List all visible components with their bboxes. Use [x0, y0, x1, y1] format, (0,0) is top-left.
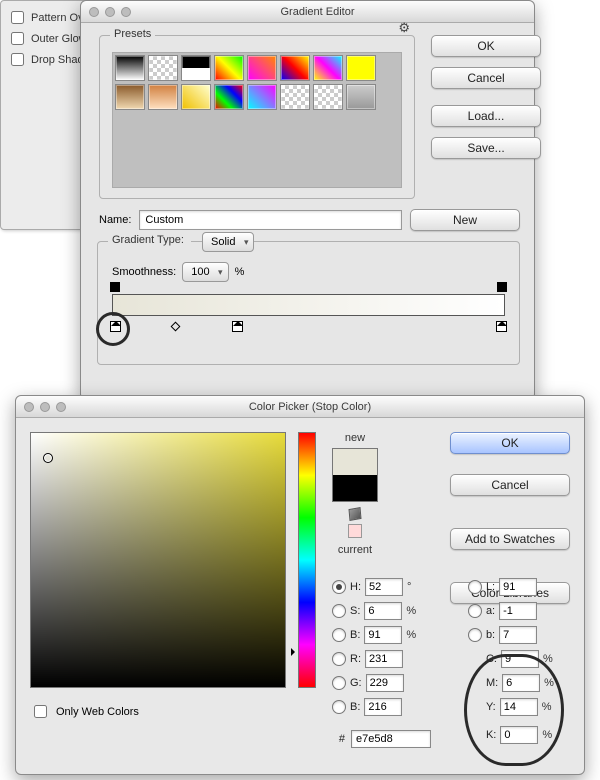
hue-slider[interactable]	[298, 432, 316, 688]
name-label: Name:	[99, 214, 131, 226]
hue-slider-thumb[interactable]	[291, 648, 299, 656]
swatch-current-label: current	[338, 544, 372, 556]
lab-b-input[interactable]	[499, 626, 537, 644]
b-hsb-input[interactable]	[364, 626, 402, 644]
g-radio[interactable]	[332, 676, 346, 690]
k-input[interactable]	[500, 726, 538, 744]
preset-swatch[interactable]	[247, 55, 277, 81]
swatch-current[interactable]	[333, 475, 377, 501]
color-value-fields: H:° L: S:% a: B:% b: R: C:% G: M:% B: Y:…	[332, 578, 570, 748]
preset-swatch[interactable]	[247, 84, 277, 110]
s-input[interactable]	[364, 602, 402, 620]
rgb-b-input[interactable]	[364, 698, 402, 716]
sv-selection-ring[interactable]	[43, 453, 53, 463]
only-web-colors-checkbox[interactable]	[34, 705, 47, 718]
preset-swatch[interactable]	[181, 55, 211, 81]
b-radio[interactable]	[332, 628, 346, 642]
presets-area[interactable]	[112, 52, 402, 188]
hex-input[interactable]	[351, 730, 431, 748]
c-input[interactable]	[501, 650, 539, 668]
opacity-stop-left[interactable]	[110, 282, 120, 292]
preset-swatch[interactable]	[115, 84, 145, 110]
a-input[interactable]	[499, 602, 537, 620]
titlebar[interactable]: Gradient Editor	[81, 1, 534, 23]
close-icon[interactable]	[89, 7, 99, 17]
smoothness-unit: %	[235, 266, 245, 278]
preset-swatch[interactable]	[214, 55, 244, 81]
smoothness-label: Smoothness:	[112, 266, 176, 278]
preset-swatch[interactable]	[346, 84, 376, 110]
color-stop-mid[interactable]	[232, 321, 243, 332]
outer-glow-checkbox[interactable]	[11, 32, 24, 45]
r-radio[interactable]	[332, 652, 346, 666]
close-icon[interactable]	[24, 402, 34, 412]
l-input[interactable]	[499, 578, 537, 596]
save-button[interactable]: Save...	[431, 137, 541, 159]
load-button[interactable]: Load...	[431, 105, 541, 127]
only-web-label: Only Web Colors	[56, 706, 139, 718]
hex-label: #	[339, 733, 345, 745]
websafe-warning-icon[interactable]	[348, 524, 362, 538]
h-input[interactable]	[365, 578, 403, 596]
only-web-colors-row[interactable]: Only Web Colors	[30, 702, 286, 721]
zoom-icon[interactable]	[56, 402, 66, 412]
swatch-new[interactable]	[333, 449, 377, 475]
color-stop-left[interactable]	[110, 321, 121, 332]
color-picker-dialog: Color Picker (Stop Color) Only Web Color…	[15, 395, 585, 775]
new-button[interactable]: New	[410, 209, 520, 231]
preset-swatch[interactable]	[313, 55, 343, 81]
minimize-icon[interactable]	[105, 7, 115, 17]
preset-swatch[interactable]	[115, 55, 145, 81]
color-stop-right[interactable]	[496, 321, 507, 332]
presets-menu-icon[interactable]: ⚙︎	[398, 20, 410, 36]
preset-swatch[interactable]	[313, 84, 343, 110]
type-label: Gradient Type:	[108, 234, 191, 246]
y-input[interactable]	[500, 698, 538, 716]
dialog-title: Gradient Editor	[131, 6, 504, 18]
preset-swatch[interactable]	[148, 84, 178, 110]
gradient-type-select[interactable]: Solid	[202, 232, 254, 252]
add-to-swatches-button[interactable]: Add to Swatches	[450, 528, 570, 550]
color-swatch-pair[interactable]	[332, 448, 378, 502]
titlebar[interactable]: Color Picker (Stop Color)	[16, 396, 584, 418]
preset-swatch[interactable]	[280, 84, 310, 110]
l-radio[interactable]	[468, 580, 482, 594]
s-radio[interactable]	[332, 604, 346, 618]
sv-color-field[interactable]	[30, 432, 286, 688]
cancel-button[interactable]: Cancel	[450, 474, 570, 496]
lb-radio[interactable]	[468, 628, 482, 642]
midpoint-marker[interactable]	[171, 322, 181, 332]
gradient-editor-dialog: Gradient Editor Presets ⚙︎ OK Cancel Loa…	[80, 0, 535, 400]
preset-swatch[interactable]	[148, 55, 178, 81]
minimize-icon[interactable]	[40, 402, 50, 412]
preset-swatch[interactable]	[214, 84, 244, 110]
opacity-stop-right[interactable]	[497, 282, 507, 292]
preset-swatch[interactable]	[346, 55, 376, 81]
rgb-b-radio[interactable]	[332, 700, 346, 714]
gradient-name-input[interactable]	[139, 210, 402, 230]
smoothness-select[interactable]: 100	[182, 262, 228, 282]
preset-swatch[interactable]	[181, 84, 211, 110]
r-input[interactable]	[365, 650, 403, 668]
presets-label: Presets	[110, 28, 155, 40]
ok-button[interactable]: OK	[450, 432, 570, 454]
gamut-warning-icon[interactable]	[348, 507, 361, 521]
dialog-title: Color Picker (Stop Color)	[66, 401, 554, 413]
g-input[interactable]	[366, 674, 404, 692]
fx-label: Outer Glow	[31, 33, 87, 45]
m-input[interactable]	[502, 674, 540, 692]
gradient-bar[interactable]	[112, 294, 505, 316]
zoom-icon[interactable]	[121, 7, 131, 17]
cancel-button[interactable]: Cancel	[431, 67, 541, 89]
pattern-overlay-checkbox[interactable]	[11, 11, 24, 24]
h-radio[interactable]	[332, 580, 346, 594]
ok-button[interactable]: OK	[431, 35, 541, 57]
drop-shadow-checkbox[interactable]	[11, 53, 24, 66]
preset-swatch[interactable]	[280, 55, 310, 81]
a-radio[interactable]	[468, 604, 482, 618]
swatch-new-label: new	[345, 432, 365, 444]
